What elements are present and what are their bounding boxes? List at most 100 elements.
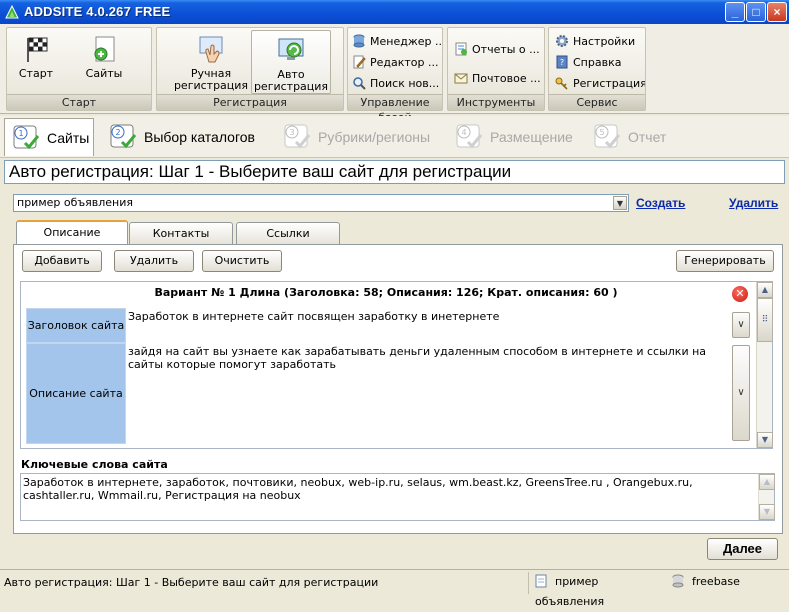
step-catalogs-label: Выбор каталогов (144, 129, 255, 145)
ribbon-group-service: Настройки ? Справка Регистрация Сервис (548, 27, 646, 111)
checkered-flag-icon (27, 37, 48, 62)
step-rubrics[interactable]: 3 Рубрики/регионы (276, 118, 446, 156)
svg-text:5: 5 (599, 128, 604, 137)
status-db: freebase (666, 572, 786, 594)
step-2-icon: 2 (110, 124, 137, 149)
ribbon-group-registration: Ручная регистрация Авто регистрация Реги… (156, 27, 344, 111)
scrollbar[interactable]: ▲ ⠿ ▼ (756, 282, 773, 448)
search-new-button-label: Поиск нов... (370, 77, 440, 90)
clear-button[interactable]: Очистить (202, 250, 282, 272)
sites-button[interactable]: Сайты (77, 30, 131, 94)
ribbon-group-tools: Отчеты о ... Почтовое ... Инструменты (447, 27, 545, 111)
step-sites-label: Сайты (47, 130, 90, 146)
tab-contacts[interactable]: Контакты (129, 222, 233, 244)
register-button[interactable]: Регистрация (555, 74, 645, 94)
svg-text:3: 3 (289, 128, 294, 137)
next-button[interactable]: Далее (707, 538, 778, 560)
minimize-button[interactable]: _ (725, 2, 745, 22)
chevron-down-icon[interactable]: ▼ (613, 196, 627, 210)
start-button[interactable]: Старт (11, 30, 61, 94)
mail-button-label: Почтовое ... (472, 72, 541, 85)
status-db-text: freebase (692, 575, 740, 588)
status-site: пример объявления (528, 572, 666, 608)
site-select[interactable]: пример объявления ▼ (13, 194, 629, 212)
close-button[interactable]: × (767, 2, 787, 22)
auto-registration-label: Авто регистрация (253, 68, 329, 93)
manual-registration-label: Ручная регистрация (173, 67, 249, 92)
gear-icon (556, 35, 568, 47)
step-report-label: Отчет (628, 129, 667, 145)
title-label: Заголовок сайта (26, 308, 126, 343)
help-button-label: Справка (573, 56, 622, 69)
settings-button-label: Настройки (573, 35, 636, 48)
step-catalogs[interactable]: 2 Выбор каталогов (102, 118, 272, 156)
step-sites[interactable]: 1 Сайты (4, 118, 94, 156)
maximize-button[interactable]: □ (746, 2, 766, 22)
step-placement[interactable]: 4 Размещение (448, 118, 588, 156)
start-button-label: Старт (18, 67, 54, 80)
status-text: Авто регистрация: Шаг 1 - Выберите ваш с… (4, 576, 379, 589)
status-bar: Авто регистрация: Шаг 1 - Выберите ваш с… (0, 569, 789, 608)
reports-button-label: Отчеты о ... (472, 43, 540, 56)
help-button[interactable]: ? Справка (555, 53, 645, 73)
step-1-icon: 1 (13, 125, 40, 150)
scroll-down-icon[interactable]: ▼ (757, 432, 773, 448)
scroll-down-icon[interactable]: ▼ (759, 504, 775, 520)
close-icon[interactable]: ✕ (732, 286, 748, 302)
scroll-up-icon[interactable]: ▲ (759, 474, 775, 490)
keywords-textarea[interactable]: Заработок в интернете, заработок, почтов… (20, 473, 775, 521)
step-report[interactable]: 5 Отчет (586, 118, 686, 156)
reports-button[interactable]: Отчеты о ... (454, 40, 544, 60)
variant-title: Вариант № 1 Длина (Заголовка: 58; Описан… (154, 286, 618, 299)
search-new-button[interactable]: Поиск нов... (352, 74, 442, 94)
title-bar: ADDSITE 4.0.267 FREE _ □ × (0, 0, 789, 24)
delete-button[interactable]: Удалить (114, 250, 194, 272)
editor-button[interactable]: Редактор ... (352, 53, 442, 73)
mail-icon (454, 73, 468, 84)
step-4-icon: 4 (456, 124, 483, 149)
register-button-label: Регистрация (573, 77, 645, 90)
database-icon (353, 34, 365, 48)
settings-button[interactable]: Настройки (555, 32, 645, 52)
tab-links[interactable]: Ссылки (236, 222, 340, 244)
generate-button[interactable]: Генерировать (676, 250, 774, 272)
svg-text:1: 1 (18, 129, 23, 138)
key-icon (555, 77, 568, 90)
create-link[interactable]: Создать (636, 196, 685, 210)
variant-grid: Вариант № 1 Длина (Заголовка: 58; Описан… (20, 281, 773, 449)
add-page-icon (94, 36, 115, 62)
ribbon-group-caption: Сервис (549, 94, 645, 110)
help-book-icon: ? (556, 55, 568, 69)
window-title: ADDSITE 4.0.267 FREE (24, 4, 171, 19)
hand-pointer-icon (199, 36, 223, 63)
title-value[interactable]: Заработок в интернете сайт посвящен зара… (126, 308, 728, 343)
auto-registration-button[interactable]: Авто регистрация (251, 30, 331, 94)
svg-text:4: 4 (461, 128, 466, 137)
chevron-down-icon[interactable]: ∨ (732, 312, 750, 338)
svg-text:?: ? (560, 58, 564, 67)
manager-button-label: Менеджер ... (370, 35, 442, 48)
app-icon (5, 4, 19, 19)
scroll-thumb[interactable]: ⠿ (757, 298, 773, 342)
chevron-down-icon[interactable]: ∨ (732, 345, 750, 441)
report-icon (455, 42, 467, 56)
tab-description[interactable]: Описание (16, 220, 128, 245)
ribbon-group-start: Старт Сайты Старт (6, 27, 152, 111)
scroll-up-icon[interactable]: ▲ (757, 282, 773, 298)
step-3-icon: 3 (284, 124, 311, 149)
document-icon (535, 574, 547, 588)
ribbon-group-caption: Регистрация (157, 94, 343, 110)
manager-button[interactable]: Менеджер ... (352, 32, 442, 52)
scrollbar[interactable]: ▲ ▼ (758, 474, 775, 520)
ribbon: Старт Сайты Старт Ручная регистрация Авт… (0, 24, 789, 124)
ribbon-group-database: Менеджер ... Редактор ... Поиск нов... У… (347, 27, 443, 124)
manual-registration-button[interactable]: Ручная регистрация (163, 30, 259, 94)
description-value[interactable]: зайдя на сайт вы узнаете как зарабатыват… (126, 343, 732, 444)
step-rubrics-label: Рубрики/регионы (318, 129, 431, 145)
search-icon (353, 77, 366, 90)
mail-button[interactable]: Почтовое ... (454, 69, 544, 89)
add-button[interactable]: Добавить (22, 250, 102, 272)
delete-link[interactable]: Удалить (729, 196, 778, 210)
site-select-value: пример объявления (17, 196, 134, 209)
sites-button-label: Сайты (85, 67, 123, 80)
